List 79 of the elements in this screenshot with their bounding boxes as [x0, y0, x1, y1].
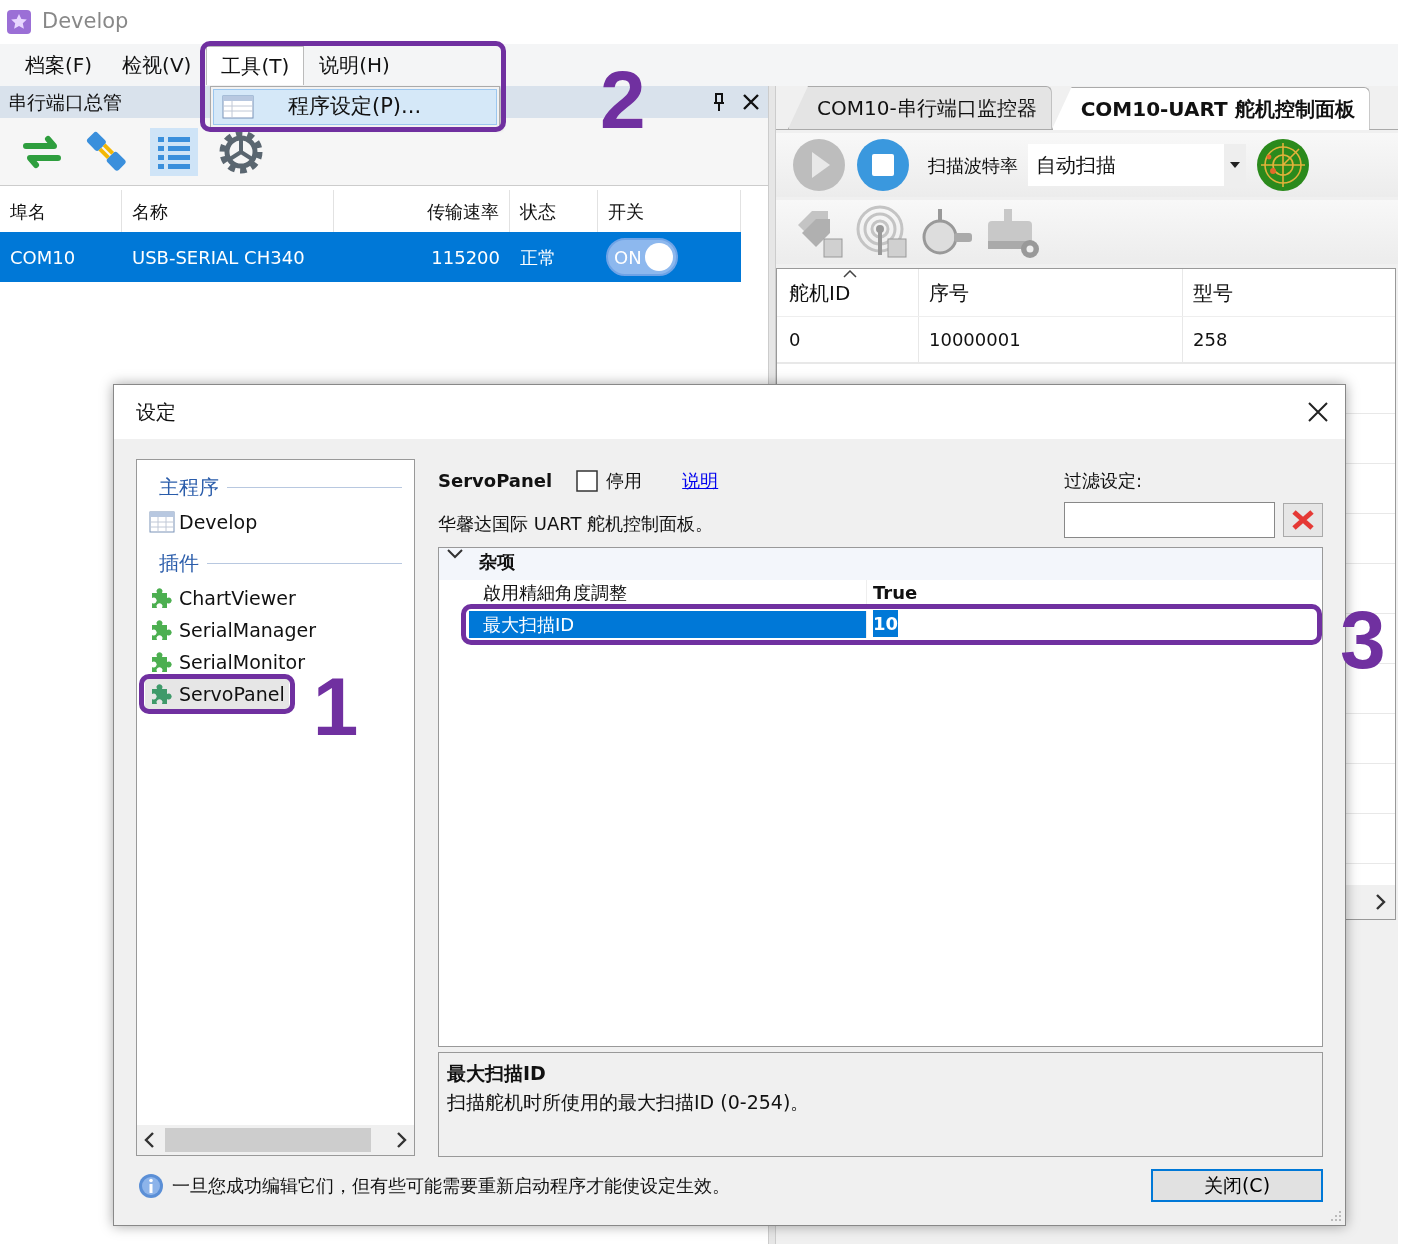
menu-item[interactable]: 程序设定(P)... — [213, 89, 497, 125]
panel-title: 串行端口总管 — [8, 89, 122, 115]
clear-button[interactable] — [1283, 503, 1323, 537]
property-name[interactable]: 最大扫描ID — [469, 611, 867, 638]
menu-item[interactable]: 档案(F) — [10, 45, 108, 85]
property-value[interactable]: 10 — [873, 609, 899, 637]
clear-icon — [1290, 509, 1316, 531]
filter-field[interactable] — [1064, 502, 1275, 538]
group-header: 主程序 — [159, 474, 219, 501]
checkbox-icon — [576, 469, 599, 492]
column-header: 序号 — [929, 279, 969, 307]
resize-grip-icon[interactable] — [1330, 1210, 1342, 1222]
menu-item[interactable]: 工具(T) — [206, 45, 305, 85]
help-text: 扫描舵机时所使用的最大扫描ID (0-254)。 — [447, 1089, 811, 1115]
field-label: 扫描波特率 — [928, 153, 1018, 178]
property-value: True — [873, 580, 918, 605]
help-title: 最大扫描ID — [447, 1061, 547, 1086]
sidebar-item[interactable]: ServoPanel — [145, 678, 289, 710]
column-header: 名称 — [132, 199, 168, 224]
puzzle-icon — [149, 681, 175, 707]
dialog-title: 设定 — [136, 399, 176, 426]
callout-number: 1 — [312, 666, 359, 748]
column-header: 舵机ID — [789, 279, 851, 307]
menu-item[interactable]: 检视(V) — [107, 45, 207, 85]
group-header: 插件 — [159, 550, 199, 577]
radar-icon[interactable] — [1256, 138, 1310, 192]
help-link[interactable]: 说明 — [682, 467, 719, 494]
chevron-down-icon[interactable] — [447, 548, 463, 560]
table-cell-text: 258 — [1193, 328, 1228, 352]
close-button[interactable]: 关闭(C) — [1151, 1169, 1323, 1202]
table-icon — [222, 95, 254, 119]
puzzle-icon — [149, 617, 175, 643]
table-cell-text: 10000001 — [929, 328, 1021, 352]
column-header: 传输速率 — [427, 199, 499, 224]
column-header: 埠名 — [10, 199, 46, 224]
scroll-left-icon[interactable] — [143, 1131, 155, 1149]
column-header: 状态 — [520, 199, 556, 224]
tab[interactable]: COM10-串行端口监控器 — [788, 86, 1052, 129]
window-title: Develop — [42, 8, 129, 36]
column-header: 型号 — [1193, 279, 1233, 307]
table-cell-text: COM10 — [10, 245, 76, 270]
info-note: 一旦您成功编辑它们，但有些可能需要重新启动程序才能使设定生效。 — [172, 1174, 730, 1198]
scroll-right-icon[interactable] — [1375, 893, 1387, 911]
info-icon — [138, 1172, 164, 1199]
menu-item[interactable]: 说明(H) — [304, 45, 405, 85]
puzzle-icon — [149, 649, 175, 675]
sidebar-item[interactable]: Develop — [145, 506, 262, 538]
play-icon[interactable] — [792, 138, 846, 192]
close-icon[interactable] — [1307, 401, 1329, 423]
column-header: 开关 — [608, 199, 644, 224]
sidebar-item[interactable]: ChartViewer — [145, 582, 300, 614]
property-name[interactable]: 啟用精細角度調整 — [469, 580, 867, 604]
callout-number: 2 — [600, 59, 646, 141]
table-row[interactable]: COM10 USB-SERIAL CH340 115200 正常 ON — [0, 232, 741, 282]
table-cell-text: 正常 — [520, 245, 556, 270]
caret-icon — [1230, 162, 1240, 168]
list-icon[interactable] — [150, 127, 198, 176]
close-icon[interactable] — [742, 93, 760, 111]
table-cell-text: 115200 — [431, 245, 500, 270]
pin-icon[interactable] — [712, 92, 726, 112]
puzzle-icon — [149, 585, 175, 611]
scrollbar-thumb[interactable] — [165, 1128, 371, 1152]
category-label: 杂项 — [479, 550, 515, 574]
table-cell-text: 0 — [789, 328, 801, 352]
baud-dropdown[interactable]: 自动扫描 — [1028, 144, 1246, 186]
signal-save-icon[interactable] — [856, 205, 910, 259]
plugin-name: ServoPanel — [438, 469, 553, 493]
sidebar-item[interactable]: SerialManager — [145, 614, 321, 646]
scroll-right-icon[interactable] — [396, 1131, 408, 1149]
stop-icon[interactable] — [856, 138, 910, 192]
disable-checkbox[interactable]: 停用 — [576, 467, 643, 494]
table-cell-text: USB-SERIAL CH340 — [132, 245, 305, 270]
filter-label: 过滤设定: — [1064, 469, 1144, 493]
sidebar-item[interactable]: SerialMonitor — [145, 646, 309, 678]
app-icon — [6, 9, 32, 35]
sort-icon — [843, 270, 857, 278]
table-icon — [149, 511, 175, 533]
tab[interactable]: COM10-UART 舵机控制面板 — [1051, 87, 1370, 130]
plugin-description: 华馨达国际 UART 舵机控制面板。 — [438, 512, 715, 536]
